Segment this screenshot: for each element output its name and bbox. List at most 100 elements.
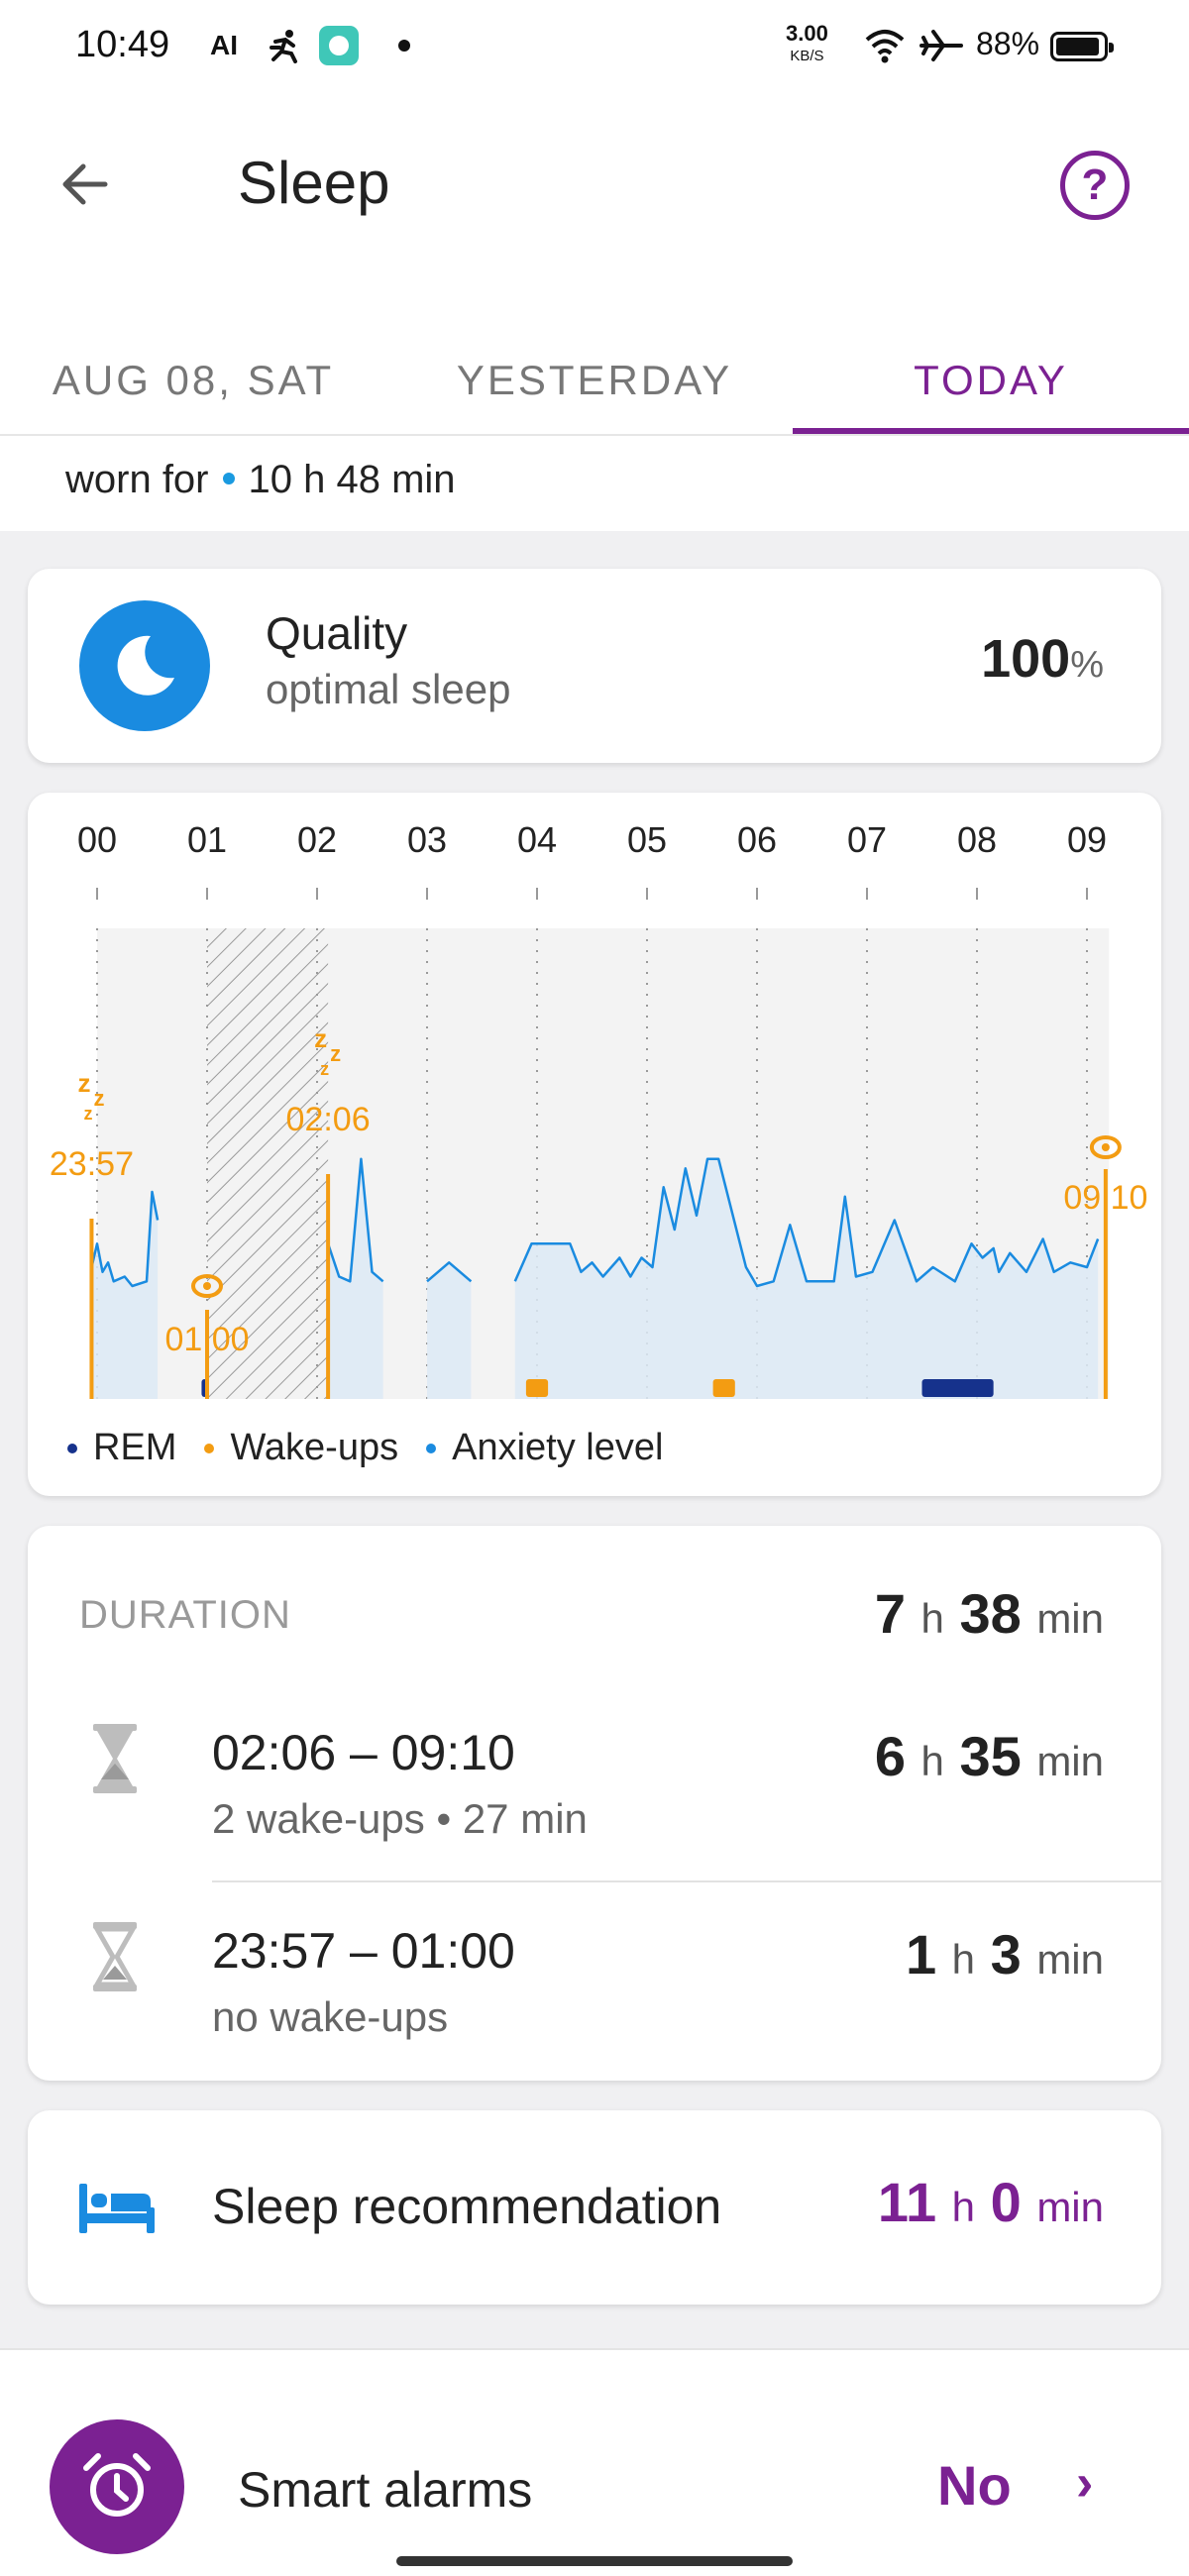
recommendation-hours: 11	[877, 2171, 937, 2233]
legend-dot-anxiety	[426, 1443, 437, 1453]
hourglass-icon	[93, 1724, 137, 1798]
worn-value: 10 h 48 min	[248, 458, 456, 501]
ai-icon: AI	[210, 30, 238, 60]
worn-duration: worn for 10 h 48 min	[65, 458, 456, 502]
network-speed-unit: KB/S	[790, 48, 824, 64]
tab-yesterday[interactable]: YESTERDAY	[396, 327, 793, 434]
wake-label: 01:00	[164, 1321, 249, 1358]
wake-label: 09:10	[1063, 1179, 1147, 1217]
moon-icon	[79, 600, 210, 731]
date-tabs: AUG 08, SAT YESTERDAY TODAY	[0, 327, 1189, 436]
notification-dot-icon	[398, 40, 410, 52]
network-speed-value: 3.00	[786, 21, 828, 46]
duration-total-m-unit: min	[1036, 1595, 1104, 1642]
rem-bar	[921, 1379, 994, 1397]
hour-tick-label: 05	[627, 819, 667, 860]
airplane-icon	[919, 28, 963, 63]
segment-m-unit: min	[1036, 1738, 1104, 1784]
smart-alarms-row[interactable]: Smart alarms No ›	[0, 2348, 1189, 2576]
zzz-icon: z	[93, 1086, 104, 1111]
sleep-segment[interactable]: 02:06 – 09:10 2 wake-ups • 27 min 6 h 35…	[28, 1724, 1161, 1922]
zzz-icon: z	[83, 1104, 92, 1124]
hourglass-icon	[92, 1922, 138, 1996]
segment-hours: 6	[874, 1725, 906, 1787]
sleep-chart-card: 00 01 02 03 04 05 06 07 08 09 z z z 23:57 01:00 z z z 02:0…	[28, 793, 1161, 1496]
eye-icon	[1101, 1143, 1110, 1151]
help-circle-icon: ?	[1081, 161, 1109, 209]
legend-item-rem: REM	[67, 1427, 176, 1469]
segment-range: 02:06 – 09:10	[212, 1725, 515, 1780]
wifi-icon	[864, 28, 906, 63]
hour-tick-label: 01	[187, 819, 227, 860]
legend-label-wake-ups: Wake-ups	[230, 1427, 399, 1468]
segment-note: 2 wake-ups • 27 min	[212, 1795, 588, 1842]
duration-total-h-unit: h	[920, 1595, 944, 1642]
hour-tick-label: 04	[517, 819, 557, 860]
legend-item-anxiety: Anxiety level	[426, 1427, 663, 1469]
worn-label: worn for	[65, 458, 209, 501]
back-button[interactable]	[55, 151, 115, 218]
tab-aug-08[interactable]: AUG 08, SAT	[0, 327, 386, 434]
eye-icon	[203, 1282, 211, 1290]
home-indicator[interactable]	[396, 2556, 793, 2566]
recommendation-h-unit: h	[951, 2184, 976, 2230]
hour-tick-label: 02	[297, 819, 337, 860]
legend-item-wake-ups: Wake-ups	[204, 1427, 398, 1469]
quality-title: Quality	[266, 607, 408, 659]
zzz-icon: z	[77, 1068, 90, 1098]
segment-note: no wake-ups	[212, 1993, 449, 2040]
duration-label: DURATION	[79, 1593, 291, 1637]
network-speed: 3.00 KB/S	[786, 21, 828, 66]
segment-minutes: 35	[959, 1725, 1022, 1787]
segment-range: 23:57 – 01:00	[212, 1923, 515, 1979]
recommendation-value: 11 h 0 min	[878, 2170, 1104, 2234]
chart-legend: REM Wake-ups Anxiety level	[67, 1427, 663, 1469]
wake-up-bar	[712, 1379, 735, 1397]
bed-icon	[79, 2184, 155, 2238]
quality-value: 100%	[981, 628, 1104, 690]
anxiety-area	[427, 1262, 472, 1399]
tab-indicator	[793, 428, 1189, 434]
quality-card[interactable]: Quality optimal sleep 100%	[28, 569, 1161, 763]
zzz-icon: z	[314, 1023, 327, 1053]
nap-segment[interactable]: 23:57 – 01:00 no wake-ups 1 h 3 min	[28, 1922, 1161, 2120]
quality-subtitle: optimal sleep	[266, 666, 511, 712]
hour-tick-label: 09	[1067, 819, 1107, 860]
tab-today[interactable]: TODAY	[793, 327, 1189, 434]
app-icon	[319, 26, 359, 65]
wake-up-bar	[525, 1379, 549, 1397]
hour-tick-label: 07	[847, 819, 887, 860]
hour-tick-label: 06	[737, 819, 777, 860]
chevron-right-icon: ›	[1076, 2454, 1094, 2512]
smart-alarms-value: No	[937, 2454, 1012, 2517]
segment-duration: 6 h 35 min	[875, 1724, 1104, 1788]
quality-unit: %	[1070, 644, 1104, 686]
sleep-recommendation-card[interactable]: Sleep recommendation 11 h 0 min	[28, 2110, 1161, 2305]
duration-total: 7 h 38 min	[875, 1581, 1104, 1646]
sleep-chart: 00 01 02 03 04 05 06 07 08 09zzz23:5701:00zzz02:0…	[50, 819, 1147, 1399]
alarm-clock-icon	[50, 2419, 184, 2554]
legend-dot-rem	[67, 1443, 77, 1453]
hour-tick-label: 08	[957, 819, 997, 860]
duration-card: DURATION 7 h 38 min 02:06 – 09:10 2 wake…	[28, 1526, 1161, 2081]
legend-label-anxiety: Anxiety level	[452, 1427, 664, 1468]
worn-bullet	[222, 473, 235, 485]
status-bar: 10:49 AI 3.00 KB/S 88%	[0, 0, 1189, 95]
duration-total-minutes: 38	[959, 1582, 1022, 1645]
segment-h-unit: h	[951, 1936, 976, 1983]
battery-percent: 88%	[976, 26, 1040, 61]
segment-hours: 1	[905, 1923, 937, 1986]
help-button[interactable]: ?	[1060, 151, 1130, 220]
page-title: Sleep	[238, 150, 390, 216]
sleep-start-label: 23:57	[50, 1145, 134, 1183]
battery-icon	[1050, 32, 1114, 61]
hour-tick-label: 03	[407, 819, 447, 860]
zzz-icon: z	[320, 1059, 329, 1079]
fitness-icon	[268, 28, 303, 63]
recommendation-minutes: 0	[990, 2171, 1022, 2233]
segment-divider	[212, 1880, 1161, 1882]
legend-dot-wake-ups	[204, 1443, 215, 1453]
segment-h-unit: h	[920, 1738, 944, 1784]
status-time: 10:49	[75, 24, 170, 65]
sleep-start-label: 02:06	[286, 1101, 371, 1138]
